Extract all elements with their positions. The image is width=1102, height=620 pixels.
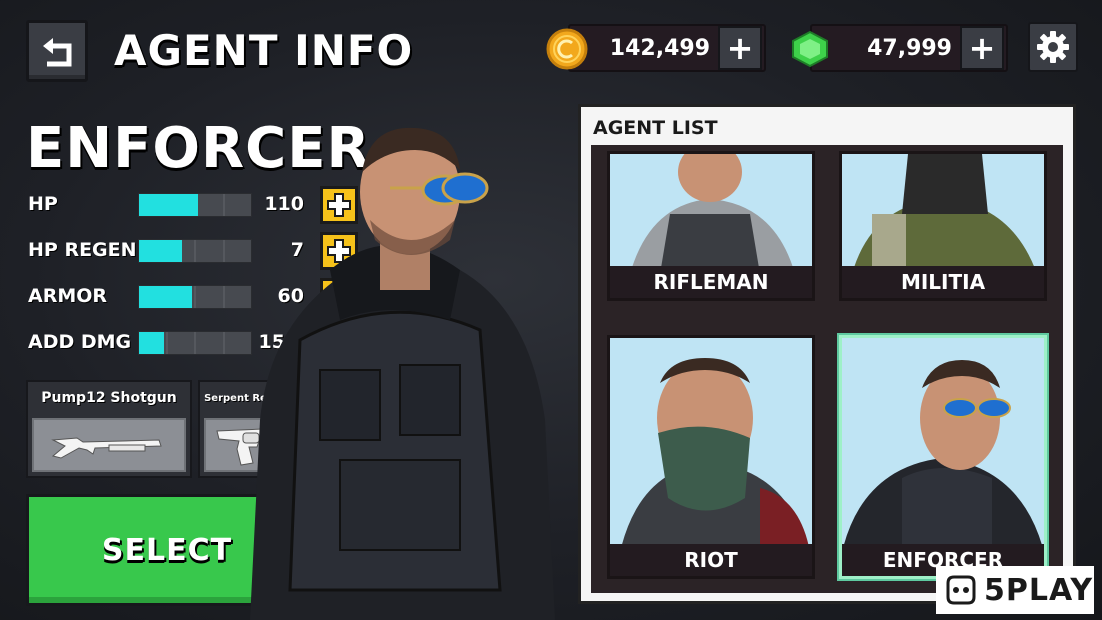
agent-list-grid: RIFLEMAN MILITIA RIOT ENFORCER xyxy=(591,145,1063,593)
militia-portrait xyxy=(842,154,1044,268)
agent-card-riot[interactable]: RIOT xyxy=(607,335,815,579)
agent-list-title: AGENT LIST xyxy=(593,117,718,139)
weapon-image xyxy=(32,418,186,472)
agent-list-panel: AGENT LIST RIFLEMAN MILITIA RIOT ENFORCE… xyxy=(578,104,1076,604)
riot-portrait xyxy=(610,338,812,546)
stat-label: HP xyxy=(28,193,58,215)
add-coins-button[interactable]: + xyxy=(718,26,762,70)
settings-button[interactable] xyxy=(1028,22,1078,72)
rifleman-portrait xyxy=(610,154,812,268)
gem-value: 47,999 xyxy=(867,36,952,61)
watermark-text: 5PLAY xyxy=(984,572,1094,608)
gem-balance: 47,999 + xyxy=(810,24,1008,72)
stat-bar-fill xyxy=(139,286,192,308)
enforcer-portrait xyxy=(842,338,1044,546)
agent-portrait xyxy=(610,338,812,546)
gem-icon xyxy=(792,30,828,68)
stat-label: HP REGEN xyxy=(28,239,137,261)
add-gems-button[interactable]: + xyxy=(960,26,1004,70)
back-arrow-icon xyxy=(43,38,72,67)
shotgun-icon xyxy=(51,437,162,459)
coin-icon xyxy=(546,28,588,70)
agent-card-label: MILITIA xyxy=(842,266,1044,298)
coin-balance: 142,499 + xyxy=(568,24,766,72)
coin-value: 142,499 xyxy=(609,36,710,61)
page-title: AGENT INFO xyxy=(114,26,414,75)
agent-card-rifleman[interactable]: RIFLEMAN xyxy=(607,151,815,301)
primary-weapon-slot[interactable]: Pump12 Shotgun xyxy=(26,380,192,478)
agent-card-label: RIFLEMAN xyxy=(610,266,812,298)
stat-label: ADD DMG xyxy=(28,331,132,353)
gear-icon xyxy=(1037,31,1069,63)
plus-icon: + xyxy=(968,29,996,67)
agent-card-label: RIOT xyxy=(610,544,812,576)
agent-card-militia[interactable]: MILITIA xyxy=(839,151,1047,301)
agent-portrait xyxy=(842,338,1044,546)
plus-icon: + xyxy=(726,29,754,67)
agent-portrait xyxy=(842,154,1044,268)
stat-bar-fill xyxy=(139,194,199,216)
weapon-name: Pump12 Shotgun xyxy=(41,390,177,406)
agent-portrait xyxy=(610,154,812,268)
watermark-logo: 5PLAY xyxy=(936,566,1094,614)
gamepad-icon xyxy=(946,575,976,605)
stat-bar-fill xyxy=(139,332,164,354)
agent-character-figure xyxy=(250,127,555,620)
stat-label: ARMOR xyxy=(28,285,108,307)
stat-bar-fill xyxy=(139,240,182,262)
back-button[interactable] xyxy=(26,20,88,82)
agent-card-enforcer[interactable]: ENFORCER xyxy=(839,335,1047,579)
